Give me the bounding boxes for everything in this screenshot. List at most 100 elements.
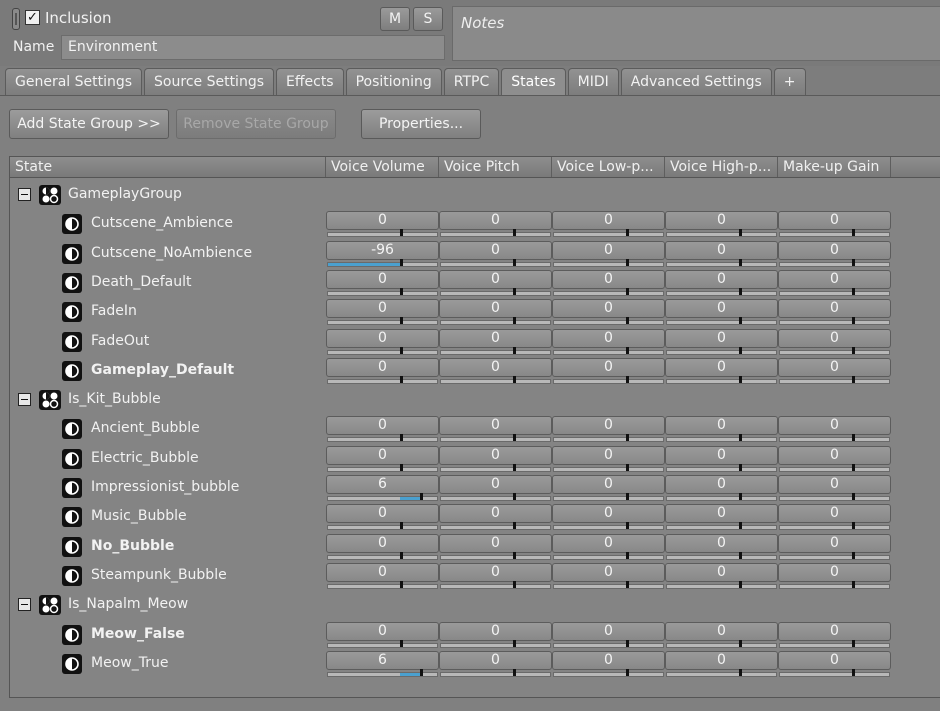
slider-track[interactable] [779,669,890,677]
value-field[interactable]: 0 [326,534,439,553]
value-slider[interactable]: 0 [552,534,665,561]
slider-track[interactable] [440,229,551,237]
slider-handle[interactable] [626,640,629,647]
slider-track[interactable] [327,552,438,560]
value-field[interactable]: 0 [439,475,552,494]
value-slider[interactable]: 0 [665,446,778,473]
value-field[interactable]: 0 [778,651,891,670]
slider-handle[interactable] [739,434,742,441]
value-field[interactable]: 0 [439,446,552,465]
slider-track[interactable] [440,288,551,296]
value-field[interactable]: 0 [439,651,552,670]
value-slider[interactable]: 0 [778,329,891,356]
value-field[interactable]: 0 [326,563,439,582]
value-slider[interactable]: 0 [439,651,552,678]
slider-track[interactable] [666,288,777,296]
value-slider[interactable]: 0 [552,299,665,326]
value-slider[interactable]: 0 [552,270,665,297]
slider-handle[interactable] [513,259,516,266]
tab-general-settings[interactable]: General Settings [5,68,143,96]
value-slider[interactable]: 0 [665,241,778,268]
value-slider[interactable]: 0 [439,563,552,590]
value-field[interactable]: 0 [665,651,778,670]
slider-handle[interactable] [513,640,516,647]
slider-handle[interactable] [626,669,629,676]
value-slider[interactable]: 0 [778,651,891,678]
value-field[interactable]: 0 [552,270,665,289]
value-slider[interactable]: 0 [439,241,552,268]
slider-handle[interactable] [626,434,629,441]
slider-track[interactable] [440,552,551,560]
slider-handle[interactable] [852,229,855,236]
value-slider[interactable]: 0 [552,446,665,473]
slider-track[interactable] [553,493,664,501]
value-slider[interactable]: 0 [665,211,778,238]
slider-track[interactable] [666,229,777,237]
slider-handle[interactable] [513,288,516,295]
slider-handle[interactable] [626,493,629,500]
state-row[interactable]: Cutscene_Ambience 0 0 0 0 0 [10,210,940,239]
tab-source-settings[interactable]: Source Settings [144,68,275,96]
value-field[interactable]: 0 [778,241,891,260]
slider-track[interactable] [779,376,890,384]
slider-handle[interactable] [400,552,403,559]
value-slider[interactable]: 0 [439,270,552,297]
tab-positioning[interactable]: Positioning [345,68,442,96]
slider-handle[interactable] [739,464,742,471]
slider-track[interactable] [440,317,551,325]
value-slider[interactable]: 0 [665,475,778,502]
value-slider[interactable]: 0 [778,241,891,268]
slider-handle[interactable] [739,376,742,383]
slider-track[interactable] [779,317,890,325]
tab-states[interactable]: States [501,68,566,96]
slider-handle[interactable] [739,317,742,324]
slider-track[interactable] [779,581,890,589]
slider-handle[interactable] [852,347,855,354]
slider-track[interactable] [327,259,438,267]
value-slider[interactable]: 6 [326,475,439,502]
value-slider[interactable]: 0 [778,563,891,590]
value-field[interactable]: 0 [778,504,891,523]
slider-handle[interactable] [513,493,516,500]
value-field[interactable]: 0 [326,622,439,641]
slider-track[interactable] [327,640,438,648]
slider-handle[interactable] [513,229,516,236]
value-slider[interactable]: 0 [665,534,778,561]
value-slider[interactable]: 0 [778,504,891,531]
value-slider[interactable]: 0 [326,358,439,385]
slider-handle[interactable] [739,493,742,500]
value-slider[interactable]: 0 [439,416,552,443]
value-slider[interactable]: 0 [326,534,439,561]
value-slider[interactable]: 0 [778,211,891,238]
slider-handle[interactable] [626,317,629,324]
value-slider[interactable]: 0 [326,299,439,326]
slider-track[interactable] [553,288,664,296]
value-field[interactable]: 0 [778,446,891,465]
slider-track[interactable] [779,493,890,501]
slider-track[interactable] [440,669,551,677]
value-field[interactable]: 0 [326,358,439,377]
value-slider[interactable]: 0 [552,329,665,356]
state-row[interactable]: FadeOut 0 0 0 0 0 [10,328,940,357]
slider-handle[interactable] [739,259,742,266]
value-slider[interactable]: 0 [326,270,439,297]
slider-handle[interactable] [513,317,516,324]
value-slider[interactable]: 0 [552,622,665,649]
value-field[interactable]: 0 [439,563,552,582]
slider-track[interactable] [779,464,890,472]
state-row[interactable]: Cutscene_NoAmbience -96 0 0 0 0 [10,240,940,269]
value-field[interactable]: 0 [778,622,891,641]
state-row[interactable]: Ancient_Bubble 0 0 0 0 0 [10,415,940,444]
slider-track[interactable] [327,288,438,296]
value-field[interactable]: 0 [439,270,552,289]
value-slider[interactable]: 0 [665,563,778,590]
slider-track[interactable] [553,669,664,677]
slider-handle[interactable] [852,376,855,383]
slider-handle[interactable] [400,229,403,236]
slider-track[interactable] [440,493,551,501]
state-group-row[interactable]: Is_Napalm_Meow [10,591,940,620]
notes-field[interactable]: Notes [452,6,940,61]
slider-track[interactable] [553,347,664,355]
slider-handle[interactable] [626,464,629,471]
value-field[interactable]: 0 [552,534,665,553]
